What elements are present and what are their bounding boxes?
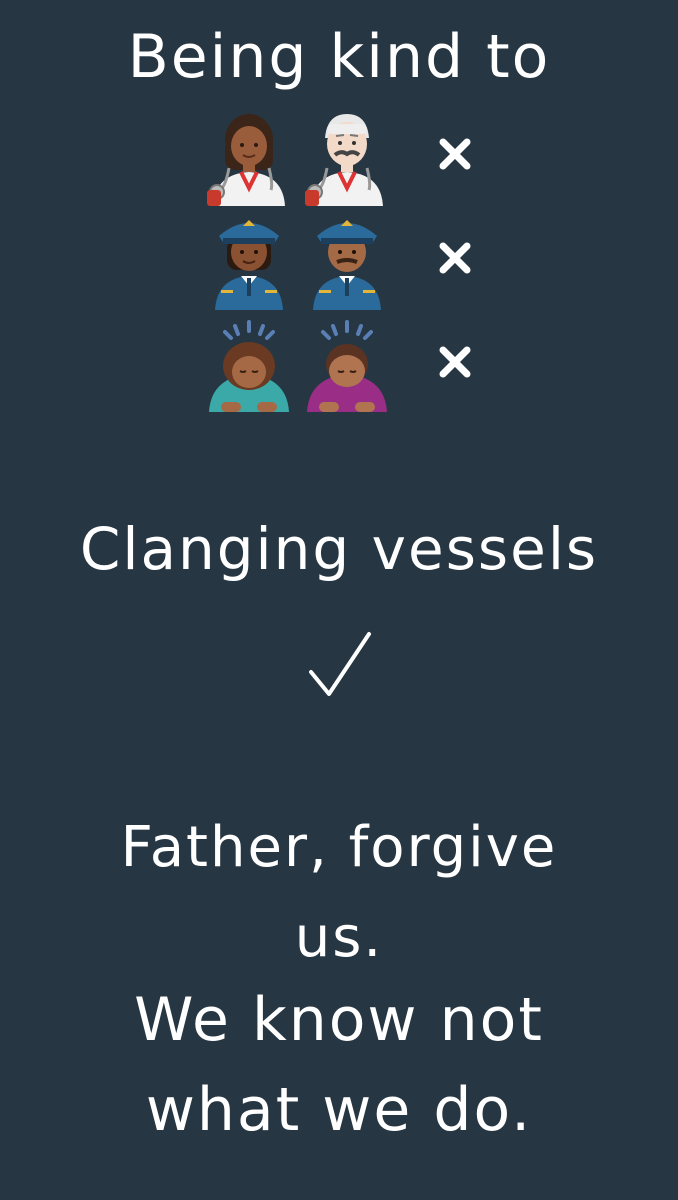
woman-bowing-emoji: [209, 320, 289, 412]
man-bowing-emoji: [307, 320, 387, 412]
closing-line-4: what we do.: [145, 1075, 533, 1145]
cross-mark-icon: [439, 242, 471, 274]
cross-mark-icon: [439, 346, 471, 378]
check-mark-icon: [309, 632, 371, 696]
man-pilot-emoji: [313, 220, 381, 310]
closing-line-1: Father, forgive: [120, 815, 558, 880]
emoji-row-bowing: [205, 316, 495, 416]
closing-line-2: us.: [294, 905, 384, 970]
closing-line-3: We know not: [134, 985, 544, 1055]
emoji-row-pilots: [205, 212, 495, 312]
title-text: Being kind to: [127, 22, 551, 92]
clanging-vessels-text: Clanging vessels: [79, 515, 599, 583]
emoji-row-health-workers: [205, 108, 495, 208]
man-health-worker-emoji: [305, 114, 383, 206]
cross-mark-icon: [439, 138, 471, 170]
woman-health-worker-emoji: [207, 114, 285, 206]
woman-pilot-emoji: [215, 220, 283, 310]
